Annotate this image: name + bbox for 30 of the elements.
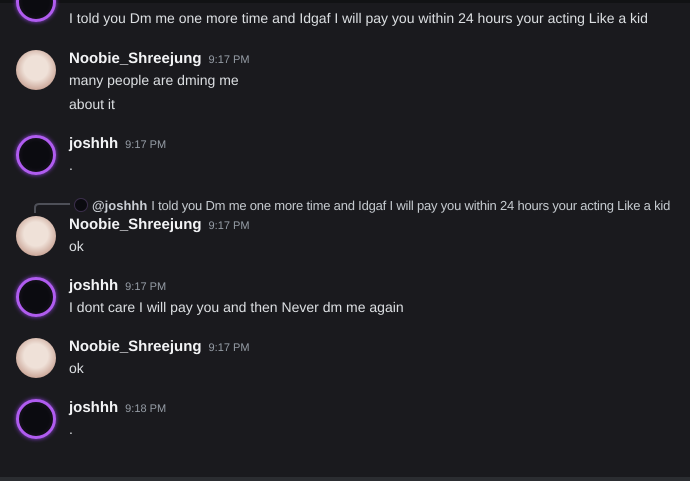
reply-avatar-icon <box>74 198 88 212</box>
reply-connector-icon <box>34 203 70 213</box>
username[interactable]: Noobie_Shreejung <box>69 216 202 234</box>
timestamp: 9:18 PM <box>125 402 166 417</box>
reply-mention[interactable]: @joshhh <box>92 198 148 212</box>
timestamp: 9:17 PM <box>208 219 250 234</box>
reply-preview-text[interactable]: I told you Dm me one more time and Idgaf I will pay you within 24 hours your acting Like a kid <box>151 198 670 212</box>
timestamp: 9:17 PM <box>125 138 166 153</box>
message-text: about it <box>69 95 116 114</box>
username[interactable]: Noobie_Shreejung <box>69 338 202 356</box>
timestamp: 9:17 PM <box>208 341 250 356</box>
timestamp: 9:17 PM <box>125 280 166 295</box>
avatar-photo-placeholder[interactable] <box>16 50 56 90</box>
username[interactable]: joshhh <box>69 277 118 295</box>
username[interactable]: joshhh <box>69 399 118 417</box>
message-text: many people are dming me <box>69 71 240 90</box>
message-text: . <box>69 420 74 439</box>
avatar-ring-icon[interactable] <box>16 399 56 439</box>
avatar-ring-icon[interactable] <box>16 135 56 175</box>
avatar-photo-placeholder[interactable] <box>16 216 56 256</box>
message-text: ok <box>69 359 85 378</box>
timestamp: 9:17 PM <box>208 53 250 68</box>
avatar-ring-icon[interactable] <box>16 277 56 317</box>
avatar-photo-placeholder[interactable] <box>16 338 56 378</box>
username[interactable]: joshhh <box>69 135 118 153</box>
username[interactable]: Noobie_Shreejung <box>69 50 202 68</box>
message-text: I dont care I will pay you and then Never dm me again <box>69 298 404 317</box>
message-text: . <box>69 156 74 175</box>
message-text: ok <box>69 237 85 256</box>
message-text: I told you Dm me one more time and Idgaf I will pay you within 24 hours your acting Like a kid <box>69 9 648 28</box>
